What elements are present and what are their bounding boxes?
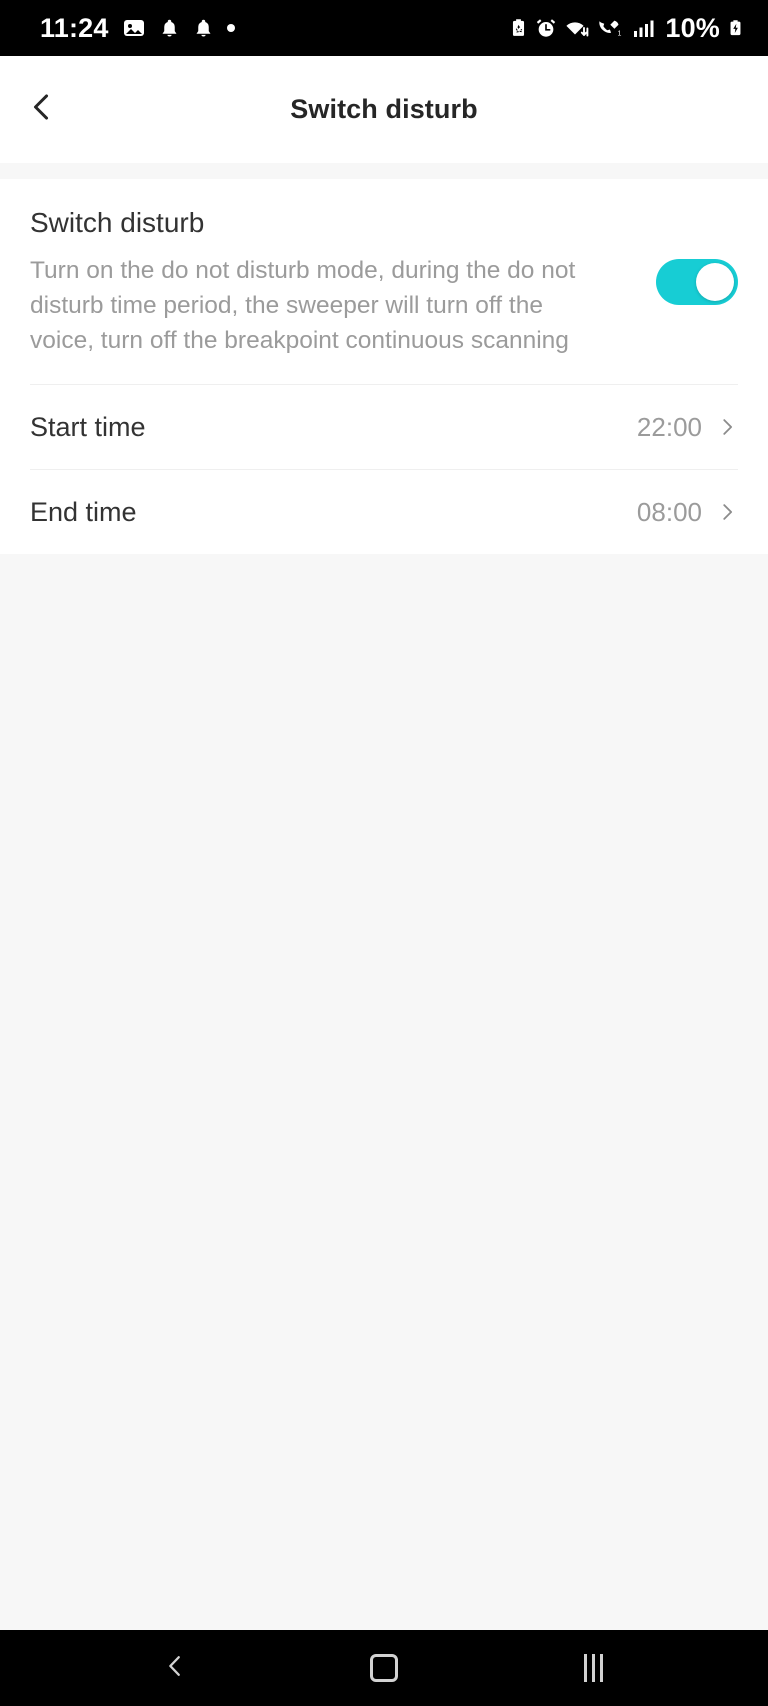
app-bar: Switch disturb (0, 56, 768, 163)
chevron-right-icon (716, 501, 738, 523)
end-time-row[interactable]: End time 08:00 (0, 470, 768, 555)
switch-disturb-toggle[interactable] (656, 258, 738, 305)
signal-bars-icon (631, 16, 655, 40)
chevron-left-icon (161, 1652, 189, 1685)
battery-saver-icon (509, 16, 528, 40)
nav-home-button[interactable] (348, 1632, 420, 1704)
bell-icon (159, 17, 180, 40)
recents-bars-icon (583, 1654, 603, 1682)
switch-disturb-text: Switch disturb Turn on the do not distur… (30, 205, 656, 358)
start-time-row[interactable]: Start time 22:00 (0, 385, 768, 470)
nav-back-button[interactable] (139, 1632, 211, 1704)
phone-screen: 11:24 1 10% Switch disturb Switch distur… (0, 0, 768, 1706)
wifi-data-icon (564, 16, 590, 40)
chevron-right-icon (716, 416, 738, 438)
image-icon (122, 16, 146, 40)
svg-text:1: 1 (618, 31, 622, 38)
switch-disturb-title: Switch disturb (30, 207, 205, 238)
chevron-left-icon (25, 90, 59, 129)
switch-disturb-row: Switch disturb Turn on the do not distur… (0, 179, 768, 385)
end-time-value: 08:00 (636, 496, 702, 527)
battery-charging-icon (727, 16, 744, 40)
wifi-calling-icon: 1 (597, 16, 624, 40)
back-button[interactable] (14, 82, 70, 138)
section-spacer (0, 163, 768, 179)
system-nav-bar (0, 1630, 768, 1706)
status-bar-clock: 11:24 (40, 12, 109, 43)
bell-icon (193, 17, 214, 40)
alarm-icon (535, 16, 557, 40)
start-time-value: 22:00 (636, 411, 702, 442)
switch-disturb-description: Turn on the do not disturb mode, during … (30, 257, 576, 354)
status-bar: 11:24 1 10% (0, 0, 768, 56)
page-title: Switch disturb (290, 94, 478, 124)
dot-icon (226, 24, 235, 32)
status-bar-left: 11:24 (40, 12, 235, 43)
start-time-label: Start time (30, 411, 146, 442)
nav-recents-button[interactable] (557, 1632, 629, 1704)
end-time-label: End time (30, 496, 137, 527)
battery-percentage: 10% (665, 12, 720, 43)
toggle-knob (696, 262, 734, 301)
home-square-icon (369, 1654, 398, 1682)
settings-card: Switch disturb Turn on the do not distur… (0, 179, 768, 555)
page-filler (0, 554, 768, 1630)
status-bar-right: 1 10% (509, 13, 744, 44)
